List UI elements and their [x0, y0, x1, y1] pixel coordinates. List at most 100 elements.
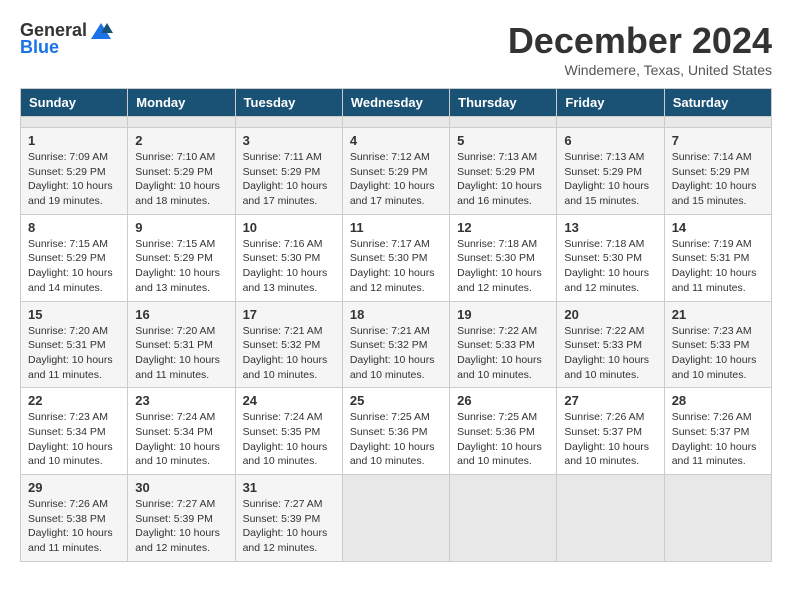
day-info: Sunrise: 7:22 AMSunset: 5:33 PMDaylight:… [564, 324, 656, 383]
calendar-cell [664, 475, 771, 562]
day-info: Sunrise: 7:10 AMSunset: 5:29 PMDaylight:… [135, 150, 227, 209]
calendar-cell: 25 Sunrise: 7:25 AMSunset: 5:36 PMDayligh… [342, 388, 449, 475]
day-info: Sunrise: 7:23 AMSunset: 5:33 PMDaylight:… [672, 324, 764, 383]
day-info: Sunrise: 7:20 AMSunset: 5:31 PMDaylight:… [28, 324, 120, 383]
page-header: General Blue December 2024 Windemere, Te… [20, 20, 772, 78]
location: Windemere, Texas, United States [508, 62, 772, 78]
calendar-cell: 12Sunrise: 7:18 AMSunset: 5:30 PMDayligh… [450, 214, 557, 301]
calendar-week-row: 29 Sunrise: 7:26 AMSunset: 5:38 PMDayligh… [21, 475, 772, 562]
day-number: 19 [457, 307, 549, 322]
day-header-sunday: Sunday [21, 89, 128, 117]
day-number: 13 [564, 220, 656, 235]
day-header-tuesday: Tuesday [235, 89, 342, 117]
day-header-wednesday: Wednesday [342, 89, 449, 117]
day-number: 10 [243, 220, 335, 235]
calendar-week-row: 22Sunrise: 7:23 AMSunset: 5:34 PMDayligh… [21, 388, 772, 475]
calendar-cell [557, 117, 664, 128]
day-number: 22 [28, 393, 120, 408]
day-number: 31 [243, 480, 335, 495]
calendar-cell: 13 Sunrise: 7:18 AMSunset: 5:30 PMDayligh… [557, 214, 664, 301]
calendar-cell: 9 Sunrise: 7:15 AMSunset: 5:29 PMDaylight… [128, 214, 235, 301]
calendar-cell: 18Sunrise: 7:21 AMSunset: 5:32 PMDayligh… [342, 301, 449, 388]
calendar-cell [235, 117, 342, 128]
calendar-cell: 8 Sunrise: 7:15 AMSunset: 5:29 PMDaylight… [21, 214, 128, 301]
day-header-saturday: Saturday [664, 89, 771, 117]
logo: General Blue [20, 20, 113, 58]
calendar-cell [450, 117, 557, 128]
day-header-friday: Friday [557, 89, 664, 117]
logo-icon [89, 21, 113, 41]
day-info: Sunrise: 7:16 AMSunset: 5:30 PMDaylight:… [243, 237, 335, 296]
calendar-cell [342, 475, 449, 562]
calendar-cell [450, 475, 557, 562]
day-info: Sunrise: 7:12 AMSunset: 5:29 PMDaylight:… [350, 150, 442, 209]
calendar-cell: 5Sunrise: 7:13 AMSunset: 5:29 PMDaylight… [450, 128, 557, 215]
day-info: Sunrise: 7:11 AMSunset: 5:29 PMDaylight:… [243, 150, 335, 209]
day-info: Sunrise: 7:25 AMSunset: 5:36 PMDaylight:… [350, 410, 442, 469]
calendar-cell: 1 Sunrise: 7:09 AMSunset: 5:29 PMDaylight… [21, 128, 128, 215]
day-number: 4 [350, 133, 442, 148]
title-block: December 2024 Windemere, Texas, United S… [508, 20, 772, 78]
calendar-cell: 3 Sunrise: 7:11 AMSunset: 5:29 PMDaylight… [235, 128, 342, 215]
calendar-cell: 14 Sunrise: 7:19 AMSunset: 5:31 PMDayligh… [664, 214, 771, 301]
day-number: 27 [564, 393, 656, 408]
calendar-cell: 28 Sunrise: 7:26 AMSunset: 5:37 PMDayligh… [664, 388, 771, 475]
day-info: Sunrise: 7:26 AMSunset: 5:37 PMDaylight:… [672, 410, 764, 469]
calendar-cell: 27Sunrise: 7:26 AMSunset: 5:37 PMDayligh… [557, 388, 664, 475]
day-number: 20 [564, 307, 656, 322]
day-info: Sunrise: 7:13 AMSunset: 5:29 PMDaylight:… [457, 150, 549, 209]
day-info: Sunrise: 7:15 AMSunset: 5:29 PMDaylight:… [135, 237, 227, 296]
day-number: 29 [28, 480, 120, 495]
calendar-cell: 11Sunrise: 7:17 AMSunset: 5:30 PMDayligh… [342, 214, 449, 301]
calendar-cell: 24Sunrise: 7:24 AMSunset: 5:35 PMDayligh… [235, 388, 342, 475]
day-number: 1 [28, 133, 120, 148]
calendar-cell: 15 Sunrise: 7:20 AMSunset: 5:31 PMDayligh… [21, 301, 128, 388]
calendar-cell: 6Sunrise: 7:13 AMSunset: 5:29 PMDaylight… [557, 128, 664, 215]
logo-blue-text: Blue [20, 37, 59, 58]
calendar-week-row: 1 Sunrise: 7:09 AMSunset: 5:29 PMDaylight… [21, 128, 772, 215]
calendar-cell: 22Sunrise: 7:23 AMSunset: 5:34 PMDayligh… [21, 388, 128, 475]
calendar-week-row [21, 117, 772, 128]
day-number: 17 [243, 307, 335, 322]
day-number: 7 [672, 133, 764, 148]
calendar-cell: 29 Sunrise: 7:26 AMSunset: 5:38 PMDayligh… [21, 475, 128, 562]
day-info: Sunrise: 7:09 AMSunset: 5:29 PMDaylight:… [28, 150, 120, 209]
calendar-cell [342, 117, 449, 128]
day-info: Sunrise: 7:26 AMSunset: 5:38 PMDaylight:… [28, 497, 120, 556]
day-info: Sunrise: 7:15 AMSunset: 5:29 PMDaylight:… [28, 237, 120, 296]
calendar-cell: 4 Sunrise: 7:12 AMSunset: 5:29 PMDaylight… [342, 128, 449, 215]
day-info: Sunrise: 7:19 AMSunset: 5:31 PMDaylight:… [672, 237, 764, 296]
day-header-monday: Monday [128, 89, 235, 117]
month-title: December 2024 [508, 20, 772, 62]
day-info: Sunrise: 7:21 AMSunset: 5:32 PMDaylight:… [350, 324, 442, 383]
calendar-cell: 16Sunrise: 7:20 AMSunset: 5:31 PMDayligh… [128, 301, 235, 388]
day-info: Sunrise: 7:21 AMSunset: 5:32 PMDaylight:… [243, 324, 335, 383]
day-number: 12 [457, 220, 549, 235]
calendar-cell [128, 117, 235, 128]
calendar-cell: 10 Sunrise: 7:16 AMSunset: 5:30 PMDayligh… [235, 214, 342, 301]
day-number: 6 [564, 133, 656, 148]
calendar-week-row: 15 Sunrise: 7:20 AMSunset: 5:31 PMDayligh… [21, 301, 772, 388]
day-number: 16 [135, 307, 227, 322]
calendar-cell [557, 475, 664, 562]
day-number: 30 [135, 480, 227, 495]
calendar-cell: 19Sunrise: 7:22 AMSunset: 5:33 PMDayligh… [450, 301, 557, 388]
calendar-cell [21, 117, 128, 128]
day-number: 25 [350, 393, 442, 408]
day-number: 15 [28, 307, 120, 322]
day-number: 9 [135, 220, 227, 235]
day-info: Sunrise: 7:18 AMSunset: 5:30 PMDaylight:… [564, 237, 656, 296]
day-number: 26 [457, 393, 549, 408]
day-number: 28 [672, 393, 764, 408]
day-header-thursday: Thursday [450, 89, 557, 117]
calendar-cell: 26Sunrise: 7:25 AMSunset: 5:36 PMDayligh… [450, 388, 557, 475]
day-number: 8 [28, 220, 120, 235]
calendar-cell: 31Sunrise: 7:27 AMSunset: 5:39 PMDayligh… [235, 475, 342, 562]
day-number: 23 [135, 393, 227, 408]
day-number: 3 [243, 133, 335, 148]
calendar-cell: 17 Sunrise: 7:21 AMSunset: 5:32 PMDayligh… [235, 301, 342, 388]
calendar-cell: 20 Sunrise: 7:22 AMSunset: 5:33 PMDayligh… [557, 301, 664, 388]
day-number: 14 [672, 220, 764, 235]
day-number: 21 [672, 307, 764, 322]
day-info: Sunrise: 7:24 AMSunset: 5:34 PMDaylight:… [135, 410, 227, 469]
